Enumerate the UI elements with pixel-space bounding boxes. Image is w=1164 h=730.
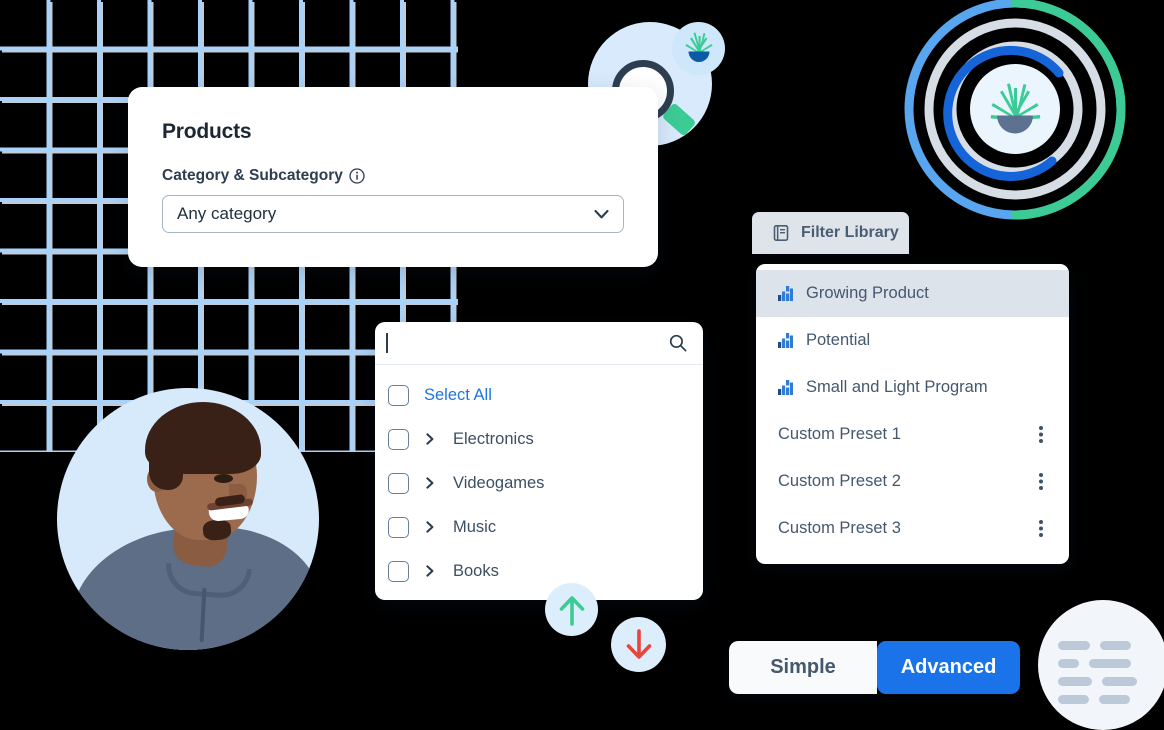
text-cursor [386, 333, 388, 353]
filter-preset-label: Small and Light Program [806, 378, 988, 396]
tab-advanced[interactable]: Advanced [877, 641, 1020, 694]
filter-preset-row[interactable]: Custom Preset 3 [756, 505, 1069, 552]
text-line-row [1058, 695, 1164, 704]
chevron-right-icon[interactable] [424, 433, 436, 445]
text-line [1058, 659, 1079, 668]
list-item-label: Select All [424, 385, 492, 404]
chevron-right-icon[interactable] [424, 477, 436, 489]
arrow-up-icon [559, 595, 584, 626]
chevron-down-icon [594, 209, 609, 219]
tab-filter-library[interactable]: Filter Library [752, 212, 909, 254]
filter-preset-row[interactable]: Small and Light Program [756, 364, 1069, 411]
mode-toggle: Simple Advanced [729, 641, 1020, 694]
filter-preset-row[interactable]: Custom Preset 2 [756, 458, 1069, 505]
concentric-rings-illustration [904, 0, 1126, 220]
text-line [1058, 695, 1089, 704]
filter-preset-row[interactable]: Potential [756, 317, 1069, 364]
filter-preset-label: Custom Preset 1 [778, 425, 901, 443]
list-item-label: Music [453, 517, 497, 536]
products-card: Products Category & Subcategory Any cate… [128, 87, 658, 267]
checkbox[interactable] [388, 472, 409, 494]
info-circle-icon[interactable] [349, 168, 365, 184]
checkbox[interactable] [388, 560, 409, 582]
page-title: Products [162, 120, 252, 143]
illustration-stage: Products Category & Subcategory Any cate… [0, 0, 1164, 730]
person-portrait-photo [57, 388, 319, 650]
search-icon[interactable] [669, 334, 687, 352]
tab-filter-library-label: Filter Library [801, 224, 899, 241]
text-line [1058, 641, 1090, 650]
text-line-row [1058, 677, 1164, 686]
list-item-label: Books [453, 561, 499, 580]
arrow-up-badge [545, 583, 598, 636]
magnifier-badge [672, 22, 725, 75]
portrait-hair-side [149, 432, 183, 490]
checkbox[interactable] [388, 516, 409, 538]
category-select[interactable]: Any category [162, 195, 624, 233]
list-item[interactable]: Videogames [375, 461, 703, 505]
portrait-eye [214, 474, 233, 483]
text-line [1089, 659, 1131, 668]
category-field-label: Category & Subcategory [162, 167, 343, 184]
list-item[interactable]: Books [375, 549, 703, 593]
filter-preset-row[interactable]: Custom Preset 1 [756, 411, 1069, 458]
bar-chart-icon [778, 333, 793, 348]
filter-preset-label: Custom Preset 3 [778, 519, 901, 537]
text-line [1102, 677, 1137, 686]
book-icon [773, 224, 789, 241]
chevron-right-icon[interactable] [424, 521, 436, 533]
list-item[interactable]: Select All [375, 373, 703, 417]
text-line [1099, 695, 1130, 704]
checkbox[interactable] [388, 384, 409, 406]
list-item-label: Electronics [453, 429, 534, 448]
checkbox[interactable] [388, 428, 409, 450]
category-list: Select All Electronics Videogames Music … [375, 365, 703, 593]
category-select-value: Any category [177, 204, 277, 223]
search-input[interactable] [389, 334, 639, 352]
tab-simple[interactable]: Simple [729, 641, 877, 694]
more-vertical-icon[interactable] [1039, 473, 1043, 490]
category-field-label-row: Category & Subcategory [162, 167, 365, 185]
filter-preset-label: Potential [806, 331, 871, 349]
filter-preset-label: Custom Preset 2 [778, 472, 901, 490]
text-line-row [1058, 659, 1164, 668]
text-line [1100, 641, 1131, 650]
text-line [1058, 677, 1092, 686]
text-line-row [1058, 641, 1164, 650]
chevron-right-icon[interactable] [424, 565, 436, 577]
arrow-down-badge [611, 617, 666, 672]
text-lines-circle-icon [1038, 600, 1164, 730]
bar-chart-icon [778, 380, 793, 395]
plant-icon [685, 32, 713, 62]
more-vertical-icon[interactable] [1039, 520, 1043, 537]
more-vertical-icon[interactable] [1039, 426, 1043, 443]
list-item[interactable]: Electronics [375, 417, 703, 461]
list-item-label: Videogames [453, 473, 545, 492]
filter-library-panel: Growing Product Potential Small and Ligh… [756, 264, 1069, 564]
filter-preset-label: Growing Product [806, 284, 929, 302]
arrow-down-icon [626, 628, 651, 659]
list-item[interactable]: Music [375, 505, 703, 549]
bar-chart-icon [778, 286, 793, 301]
category-dropdown-panel: Select All Electronics Videogames Music … [375, 322, 703, 600]
dropdown-search-row [375, 322, 703, 365]
filter-preset-row[interactable]: Growing Product [756, 270, 1069, 317]
